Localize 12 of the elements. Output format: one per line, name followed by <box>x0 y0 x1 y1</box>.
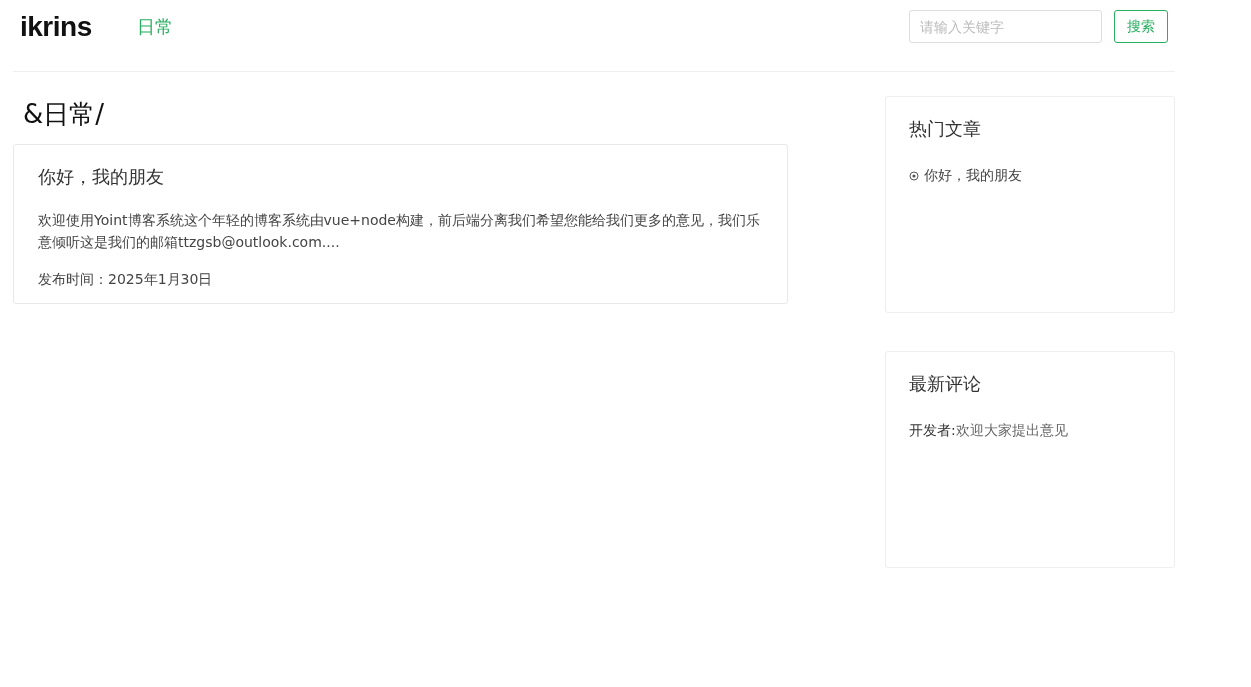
post-title[interactable]: 你好，我的朋友 <box>38 165 164 189</box>
comment-author: 开发者: <box>909 422 956 440</box>
panel-title: 热门文章 <box>909 117 982 141</box>
search-field[interactable]: 请输入关键字 <box>909 10 1102 43</box>
article-link[interactable]: 你好，我的朋友 <box>924 167 1022 185</box>
panel-title: 最新评论 <box>909 372 982 396</box>
circle-dot-icon <box>909 171 919 181</box>
site-logo[interactable]: ikrins <box>20 10 92 61</box>
post-excerpt: 欢迎使用Yoint博客系统这个年轻的博客系统由vue+node构建，前后端分离我们希望您能给我们更多的意见，我们乐意倾听这是我们的邮箱ttzgsb@outlook.com.... <box>38 211 761 252</box>
comment-text: 欢迎大家提出意见 <box>955 422 1068 440</box>
post-date: 发布时间：2025年1月30日 <box>38 271 213 289</box>
category-title: &日常/ <box>23 98 106 131</box>
